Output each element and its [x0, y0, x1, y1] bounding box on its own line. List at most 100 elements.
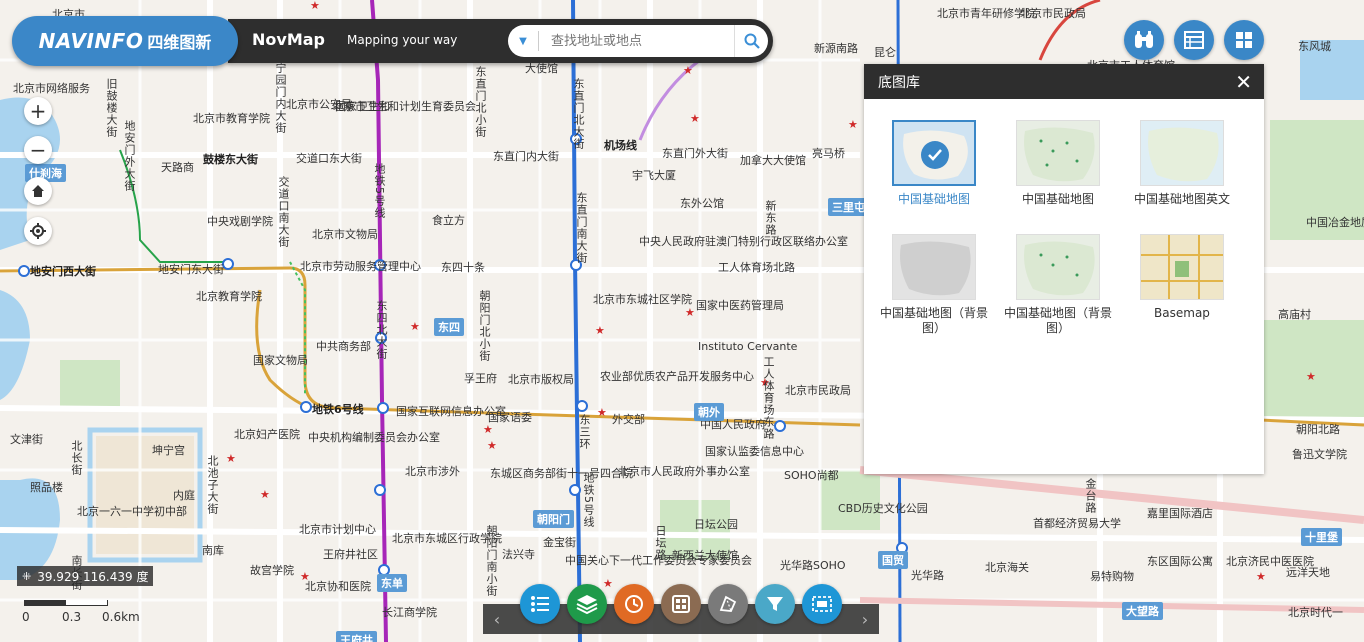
china-map-thumbnail-icon [1141, 121, 1223, 185]
logo-text: NAVINFO [38, 29, 144, 53]
svg-text:★: ★ [1256, 570, 1266, 583]
metro-station-badge[interactable]: 东单 [377, 574, 407, 592]
map-poi-label: 北京市劳动服务管理中心 [300, 260, 421, 273]
select-tool-button[interactable] [802, 584, 842, 624]
list-button[interactable] [1174, 20, 1214, 60]
basemap-thumbnail[interactable] [1016, 234, 1100, 300]
metro-station-badge[interactable]: 东四 [434, 318, 464, 336]
map-poi-label: 北京时代一 [1288, 606, 1343, 619]
metro-station-badge[interactable]: 大望路 [1122, 602, 1163, 620]
basemap-thumbnail[interactable] [1016, 120, 1100, 186]
filter-tool-button[interactable] [755, 584, 795, 624]
basemap-label: Basemap [1154, 306, 1210, 320]
basemap-thumbnail[interactable] [1140, 234, 1224, 300]
map-street-label: 朝阳门北小街 [478, 290, 491, 362]
metro-station-badge[interactable]: 十里堡 [1301, 528, 1342, 546]
map-poi-label: 金宝街 [543, 536, 576, 549]
basemap-item[interactable]: 中国基础地图英文 [1126, 120, 1238, 207]
map-poi-label: 国家认监委信息中心 [705, 445, 804, 458]
map-poi-label: 北京海关 [985, 561, 1029, 574]
svg-text:★: ★ [685, 306, 695, 319]
measure-tool-button[interactable] [708, 584, 748, 624]
map-poi-label: 东城区商务部街十一号四合院 [490, 467, 633, 480]
table-list-icon [1184, 31, 1204, 49]
plus-icon: + [29, 99, 47, 123]
basemap-item[interactable]: 中国基础地图 [1002, 120, 1114, 207]
navinfo-logo[interactable]: NAVINFO 四维图新 [12, 16, 238, 66]
map-poi-label: 北京一六一中学初中部 [77, 505, 187, 518]
svg-text:★: ★ [310, 0, 320, 12]
search-input[interactable] [539, 28, 734, 54]
map-poi-label: 北京市文物局 [312, 228, 378, 241]
basemap-thumbnail[interactable] [892, 120, 976, 186]
map-street-label: 交道口南大街 [277, 176, 290, 248]
scale-tick: 0 [22, 610, 30, 624]
measure-icon [719, 595, 737, 612]
zoom-in-button[interactable]: + [24, 97, 52, 125]
metro-station-badge[interactable]: 王府井 [336, 631, 377, 642]
brand-bar: NAVINFO 四维图新 NovMap Mapping your way ▼ [12, 16, 773, 66]
history-tool-button[interactable] [614, 584, 654, 624]
map-poi-label: 昆仑 [874, 46, 896, 59]
metro-station-badge[interactable]: 朝阳门 [533, 510, 574, 528]
basemap-thumbnail[interactable] [1140, 120, 1224, 186]
map-poi-label: 北京教育学院 [196, 290, 262, 303]
layers-tool-button[interactable] [567, 584, 607, 624]
map-poi-label: 中共商务部 [316, 340, 371, 353]
map-street-label: 北长街 [70, 440, 83, 476]
toolbar-prev-button[interactable]: ‹ [487, 608, 507, 630]
locate-button[interactable] [24, 217, 52, 245]
close-icon[interactable]: ✕ [1235, 72, 1252, 92]
map-poi-label: 法兴寺 [502, 548, 535, 561]
map-poi-label: 长江商学院 [382, 606, 437, 619]
search-box: ▼ [508, 25, 768, 57]
metro-station-badge[interactable]: 国贸 [878, 551, 908, 569]
basemap-item[interactable]: 中国基础地图（背景图） [878, 234, 990, 336]
map-poi-label: 朝阳北路 [1296, 423, 1340, 436]
toolbar-next-button[interactable]: › [855, 608, 875, 630]
china-map-thumbnail-icon [1017, 121, 1099, 185]
map-poi-label: 光华路 [911, 569, 944, 582]
map-poi-label: 王府井社区 [323, 548, 378, 561]
map-poi-label: 首都经济贸易大学 [1033, 517, 1121, 530]
map-poi-label: 天路商 [161, 161, 194, 174]
split-view-tool-button[interactable] [661, 584, 701, 624]
map-street-label: 东直门北大街 [572, 78, 585, 150]
svg-text:★: ★ [226, 452, 236, 465]
legend-tool-button[interactable] [520, 584, 560, 624]
basemap-item[interactable]: Basemap [1126, 234, 1238, 321]
map-poi-label: 北京市民政局 [785, 384, 851, 397]
map-poi-label: 东直门内大街 [493, 150, 559, 163]
scale-tick: 0.3 [62, 610, 82, 624]
map-road-label: 地安门西大街 [30, 265, 96, 278]
basemap-item[interactable]: 中国基础地图（背景图） [1002, 234, 1114, 336]
coordinate-display: ⁜ 39.929 116.439 度 [17, 566, 154, 586]
map-poi-label: 东四十条 [441, 261, 485, 274]
map-street-label: 新东路 [764, 200, 777, 236]
map-street-label: 地安门外大街 [123, 120, 136, 192]
search-type-dropdown[interactable]: ▼ [508, 36, 538, 47]
locate-icon [30, 223, 46, 239]
map-street-label: 宁园门内大街 [274, 62, 287, 134]
search-button[interactable] [734, 25, 768, 57]
basemap-gallery-button[interactable] [1224, 20, 1264, 60]
map-poi-label: 北京市版权局 [508, 373, 574, 386]
crosshair-icon: ⁜ [22, 569, 32, 583]
map-poi-label: 亮马桥 [812, 147, 845, 160]
basemap-label: 中国基础地图 [897, 192, 970, 206]
map-poi-label: 故宫学院 [250, 564, 294, 577]
basemap-thumbnail[interactable] [892, 234, 976, 300]
home-button[interactable] [24, 177, 52, 205]
metro-station-badge[interactable]: 朝外 [694, 403, 724, 421]
map-poi-label: 东区国际公寓 [1147, 555, 1213, 568]
scale-bar-graphic [24, 600, 108, 606]
map-poi-label: CBD历史文化公园 [838, 502, 928, 515]
svg-text:★: ★ [595, 324, 605, 337]
basemap-item[interactable]: 中国基础地图 [878, 120, 990, 207]
map-street-label: 地铁5号线 [582, 472, 595, 528]
map-poi-label: 北京妇产医院 [234, 428, 300, 441]
binoculars-button[interactable] [1124, 20, 1164, 60]
map-street-label: 日坛路 [654, 525, 667, 561]
metro-station-badge[interactable]: 三里屯 [828, 198, 869, 216]
zoom-out-button[interactable]: − [24, 136, 52, 164]
